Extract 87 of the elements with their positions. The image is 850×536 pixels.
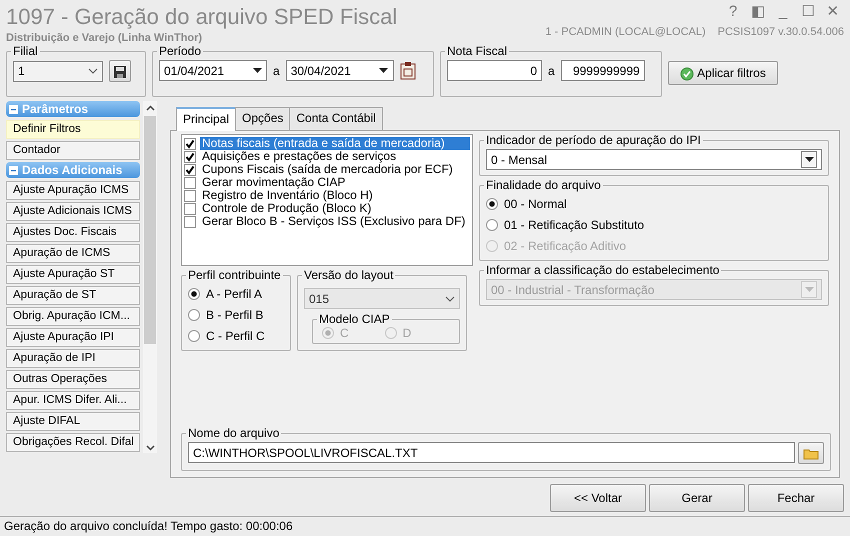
sidebar-item[interactable]: Obrigações Recol. Difal — [6, 433, 140, 452]
checkbox-label[interactable]: Aquisições e prestações de serviços — [200, 150, 398, 163]
sidebar-item[interactable]: Ajuste Apuração ST — [6, 265, 140, 284]
version-label: v.30.0.54.006 — [778, 25, 844, 40]
user-info: 1 - PCADMIN (LOCAL@LOCAL) — [545, 25, 706, 40]
group-label: Modelo CIAP — [318, 313, 391, 326]
help-button[interactable]: ? — [722, 3, 744, 21]
file-name-field[interactable]: C:\WINTHOR\SPOOL\LIVROFISCAL.TXT — [188, 442, 795, 463]
group-label: Nome do arquivo — [187, 427, 280, 440]
status-message: Geração do arquivo concluída! Tempo gasto: 00:00:06 — [3, 518, 294, 535]
restore-button[interactable]: ◧ — [747, 3, 769, 21]
range-separator: a — [548, 62, 555, 80]
sidebar-item[interactable]: Ajuste Apuração IPI — [6, 328, 140, 347]
group-label: Finalidade do arquivo — [485, 179, 602, 192]
invoice-from-field[interactable]: 0 — [447, 60, 542, 81]
radio-label: A - Perfil A — [206, 287, 262, 301]
sidebar-item[interactable]: Ajuste Apuração ICMS — [6, 181, 140, 200]
range-separator: a — [273, 62, 280, 80]
radio-label: 02 - Retificação Aditivo — [504, 239, 626, 253]
date-field[interactable]: 01/04/2021 — [159, 60, 267, 81]
tab[interactable]: Principal — [176, 107, 236, 131]
group-label: Período — [158, 45, 202, 58]
branch-select[interactable]: 1 — [13, 60, 103, 82]
maximize-button[interactable]: ☐ — [797, 3, 819, 21]
group-label: Filial — [12, 45, 39, 58]
collapse-icon[interactable] — [9, 104, 18, 114]
save-button[interactable] — [109, 60, 131, 82]
invoice-to-field[interactable]: 9999999999 — [560, 60, 645, 81]
date-field[interactable]: 30/04/2021 — [286, 60, 394, 81]
sidebar-item[interactable]: Apuração de ST — [6, 286, 140, 305]
checkbox[interactable] — [184, 190, 196, 202]
radio-button[interactable] — [188, 309, 200, 321]
sidebar-item[interactable]: Obrig. Apuração ICM... — [6, 307, 140, 326]
scrollbar[interactable] — [143, 101, 157, 453]
scroll-thumb[interactable] — [144, 116, 156, 344]
checkbox-label[interactable]: Notas fiscais (entrada e saída de mercadoria) — [200, 137, 470, 150]
sidebar-item[interactable]: Apur. ICMS Difer. Ali... — [6, 391, 140, 410]
folder-icon — [803, 448, 819, 460]
sidebar-item[interactable]: Ajuste Adicionais ICMS — [6, 202, 140, 221]
checkbox-label[interactable]: Gerar Bloco B - Serviços ISS (Exclusivo para DF) — [200, 215, 468, 228]
sidebar-item[interactable]: Ajuste DIFAL — [6, 412, 140, 431]
group-label: Nota Fiscal — [446, 45, 508, 58]
radio-button[interactable] — [486, 219, 498, 231]
back-button[interactable]: << Voltar — [550, 484, 646, 512]
sidebar-item[interactable]: Ajustes Doc. Fiscais — [6, 223, 140, 242]
checkbox[interactable] — [184, 176, 196, 188]
tab[interactable]: Conta Contábil — [289, 107, 383, 130]
browse-folder-button[interactable] — [798, 442, 824, 464]
radio-label: 00 - Normal — [504, 197, 567, 211]
collapse-icon[interactable] — [9, 166, 18, 174]
checkbox-label[interactable]: Gerar movimentação CIAP — [200, 176, 348, 189]
radio-label: C - Perfil C — [206, 329, 265, 343]
checkbox[interactable] — [184, 202, 196, 214]
close-button[interactable]: ✕ — [822, 3, 844, 21]
radio-button[interactable] — [486, 198, 498, 210]
group-label: Indicador de período de apuração do IPI — [485, 134, 702, 147]
sidebar-item[interactable]: Apuração de IPI — [6, 349, 140, 368]
tab[interactable]: Opções — [235, 107, 290, 130]
close-button[interactable]: Fechar — [748, 484, 844, 512]
checkbox-label[interactable]: Controle de Produção (Bloco K) — [200, 202, 374, 215]
radio-label: 01 - Retificação Substituto — [504, 218, 644, 232]
program-code: PCSIS1097 — [718, 25, 776, 40]
radio-label: C — [340, 326, 349, 340]
group-label: Versão do layout — [303, 269, 394, 282]
ipi-period-select[interactable]: 0 - Mensal — [486, 149, 822, 170]
sidebar-item[interactable]: Outras Operações — [6, 370, 140, 389]
radio-label: B - Perfil B — [206, 308, 264, 322]
checkbox[interactable] — [184, 150, 196, 162]
group-label: Informar a classificação do estabelecimento — [485, 264, 720, 277]
radio-button[interactable] — [188, 288, 200, 300]
sidebar-item[interactable]: Apuração de ICMS — [6, 244, 140, 263]
sidebar-item[interactable]: Definir Filtros — [6, 120, 140, 139]
window-subtitle: Distribuição e Varejo (Linha WinThor) — [5, 31, 204, 46]
checkbox-label[interactable]: Registro de Inventário (Bloco H) — [200, 189, 375, 202]
chevron-icon — [88, 68, 98, 74]
radio-button[interactable] — [188, 330, 200, 342]
checkbox[interactable] — [184, 138, 196, 150]
generate-button[interactable]: Gerar — [649, 484, 745, 512]
checkbox[interactable] — [184, 216, 196, 228]
checkbox-label[interactable]: Cupons Fiscais (saída de mercadoria por ECF) — [200, 163, 455, 176]
sidebar-item[interactable]: Contador — [6, 141, 140, 160]
radio-label: D — [402, 326, 412, 340]
apply-filters-button[interactable]: Aplicar filtros — [668, 61, 778, 85]
group-label: Perfil contribuinte — [187, 269, 282, 282]
window-title: 1097 - Geração do arquivo SPED Fiscal — [5, 3, 398, 30]
minimize-button[interactable]: _ — [772, 3, 794, 21]
checkbox[interactable] — [184, 164, 196, 176]
